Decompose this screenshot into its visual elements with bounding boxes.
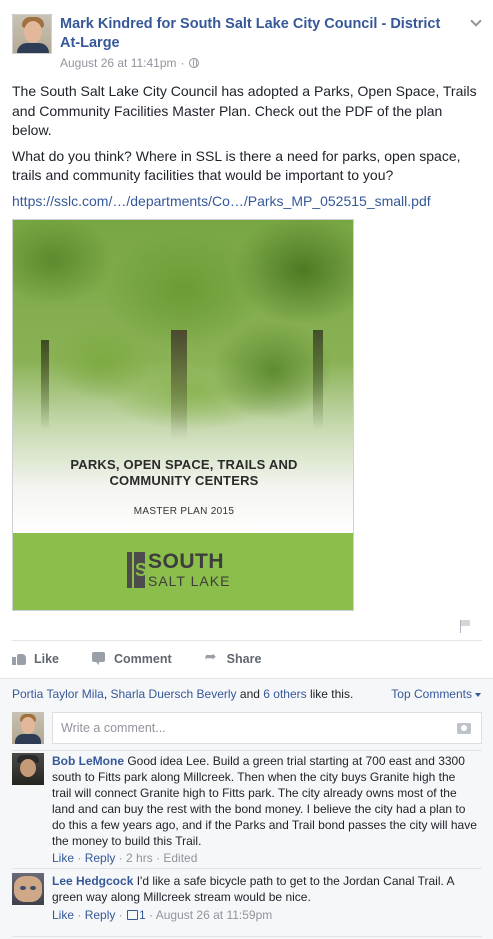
comment-divider (12, 750, 482, 751)
comment-text: Lee Hedgcock I'd like a safe bicycle pat… (52, 874, 454, 904)
comment-meta: Like · Reply · 1 · August 26 at 11:59pm (52, 908, 273, 922)
liker-link[interactable]: Sharla Duersch Beverly (111, 687, 237, 701)
post-timestamp[interactable]: August 26 at 11:41pm (60, 56, 177, 70)
pdf-attachment[interactable]: PARKS, OPEN SPACE, TRAILS AND COMMUNITY … (12, 219, 354, 611)
logo-text-south: SOUTH (148, 550, 224, 573)
pdf-link[interactable]: https://sslc.com/…/departments/Co…/Parks… (12, 192, 482, 212)
share-arrow-icon (205, 649, 221, 666)
post-header: Mark Kindred for South Salt Lake City Co… (12, 14, 482, 74)
comment-reply-link[interactable]: Reply (85, 851, 116, 865)
post-body: The South Salt Lake City Council has ado… (12, 82, 482, 211)
comment-input[interactable]: Write a comment... (52, 712, 482, 744)
pdf-logo-band: S SOUTH SALT LAKE (13, 533, 353, 610)
liker-link[interactable]: Portia Taylor Mila (12, 687, 104, 701)
commenter-name[interactable]: Bob LeMone (52, 754, 124, 768)
pdf-subtitle: MASTER PLAN 2015 (133, 506, 235, 517)
commenter-avatar[interactable] (12, 873, 44, 905)
chevron-down-icon[interactable] (470, 16, 482, 28)
logo-text-salt-lake: SALT LAKE (148, 573, 231, 589)
thumbs-up-icon (12, 652, 28, 666)
likes-text: Portia Taylor Mila, Sharla Duersch Bever… (12, 687, 354, 701)
comment-like-link[interactable]: Like (52, 851, 74, 865)
comment-text: Bob LeMone Good idea Lee. Build a green … (52, 754, 477, 848)
divider (12, 640, 482, 641)
author-avatar[interactable] (12, 14, 52, 54)
comment-bubble-icon (92, 652, 108, 666)
viewer-avatar[interactable] (12, 712, 44, 744)
post-paragraph: The South Salt Lake City Council has ado… (12, 83, 477, 138)
meta-separator: · (180, 56, 185, 70)
commenter-avatar[interactable] (12, 753, 44, 785)
comment-button[interactable]: Comment (92, 652, 172, 666)
comment-item: Lee Hedgcock I'd like a safe bicycle pat… (12, 873, 482, 929)
pdf-title: PARKS, OPEN SPACE, TRAILS AND COMMUNITY … (70, 457, 298, 488)
comment-item: Bob LeMone Good idea Lee. Build a green … (12, 753, 482, 865)
like-button[interactable]: Like (12, 652, 59, 666)
likes-summary: Portia Taylor Mila, Sharla Duersch Bever… (0, 678, 493, 710)
comments-section: Write a comment... Bob LeMone Good idea … (0, 710, 493, 939)
post-actions: Like Comment Share (12, 646, 482, 672)
south-salt-lake-logo-icon: S (127, 552, 147, 588)
post-meta: August 26 at 11:41pm · (60, 56, 199, 70)
caret-down-icon (475, 692, 481, 697)
commenter-name[interactable]: Lee Hedgcock (52, 874, 133, 888)
thumbs-up-icon (127, 910, 139, 920)
author-name[interactable]: Mark Kindred for South Salt Lake City Co… (60, 15, 450, 53)
report-flag-icon[interactable] (458, 619, 472, 633)
others-link[interactable]: 6 others (263, 687, 306, 701)
comment-like-count[interactable]: 1 (139, 908, 146, 922)
post-paragraph: What do you think? Where in SSL is there… (12, 147, 461, 184)
share-button[interactable]: Share (205, 649, 262, 666)
comment-reply-link[interactable]: Reply (85, 908, 116, 922)
write-comment-row: Write a comment... (12, 710, 482, 746)
comment-meta: Like · Reply · 2 hrs · Edited (52, 851, 198, 865)
globe-icon[interactable] (188, 58, 199, 68)
sort-comments-dropdown[interactable]: Top Comments (391, 687, 481, 701)
comment-divider (12, 868, 482, 869)
comment-divider (12, 936, 482, 937)
comment-like-link[interactable]: Like (52, 908, 74, 922)
camera-icon[interactable] (457, 723, 471, 734)
